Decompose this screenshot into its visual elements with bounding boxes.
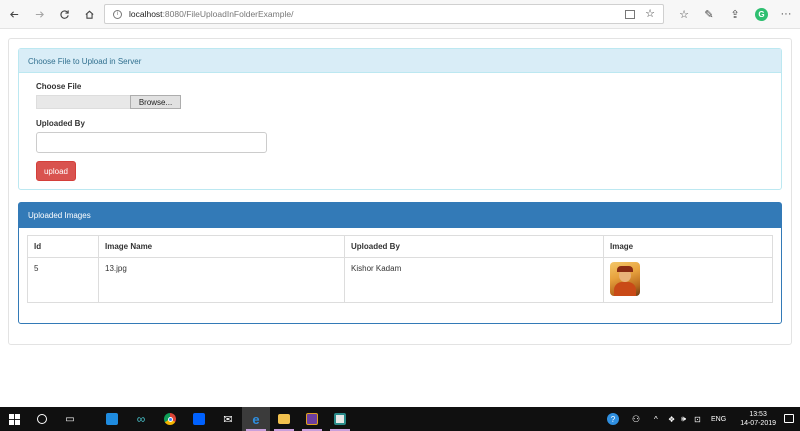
thumbnail-figure-body	[614, 282, 636, 296]
dropbox-icon[interactable]	[185, 407, 213, 431]
show-hidden-icons-icon[interactable]: ^	[654, 407, 658, 431]
table-header-row: Id Image Name Uploaded By Image	[27, 235, 773, 258]
column-header-image: Image	[603, 235, 773, 258]
info-icon[interactable]: i	[113, 9, 122, 19]
table-row: 5 13.jpg Kishor Kadam	[27, 257, 773, 303]
infinity-app-icon[interactable]: ∞	[127, 407, 155, 431]
windows-taskbar: ▭ ∞ ✉ e ? ⚇ ^ ❖ 🕪 ⊡ ENG 13:53 14-07-2019	[0, 407, 800, 431]
cortana-search-icon[interactable]	[28, 407, 56, 431]
emblem-tile	[306, 413, 318, 425]
forward-icon[interactable]	[31, 6, 47, 22]
people-icon[interactable]: ⚇	[632, 407, 640, 431]
cell-image-name: 13.jpg	[98, 257, 345, 303]
url-path: :8080/FileUploadInFolderExample/	[162, 9, 294, 19]
cortana-circle	[37, 414, 47, 424]
volume-icon[interactable]: 🕪	[681, 407, 686, 431]
address-bar[interactable]: i localhost:8080/FileUploadInFolderExamp…	[104, 4, 664, 24]
file-explorer-folder	[278, 414, 290, 424]
dropbox-tile	[193, 413, 205, 425]
browse-button[interactable]: Browse...	[130, 95, 181, 109]
more-menu-icon[interactable]: ···	[778, 6, 794, 22]
mail-icon[interactable]: ✉	[214, 407, 242, 431]
uploaded-images-table: Id Image Name Uploaded By Image 5 13.jpg…	[27, 235, 773, 303]
window-tile	[334, 413, 346, 425]
chrome-logo	[164, 413, 176, 425]
upload-button[interactable]: upload	[36, 161, 76, 181]
back-icon[interactable]	[6, 6, 22, 22]
dropbox-tray-icon[interactable]: ❖	[668, 407, 675, 431]
cell-id: 5	[27, 257, 99, 303]
choose-file-label: Choose File	[36, 82, 82, 91]
home-icon[interactable]	[81, 6, 97, 22]
column-header-id: Id	[27, 235, 99, 258]
browser-toolbar: i localhost:8080/FileUploadInFolderExamp…	[0, 0, 800, 29]
clock-date: 14-07-2019	[740, 420, 776, 427]
network-icon[interactable]: ⊡	[694, 407, 701, 431]
favorite-star-icon[interactable]: ☆	[645, 7, 655, 20]
chrome-icon[interactable]	[156, 407, 184, 431]
column-header-image-name: Image Name	[98, 235, 345, 258]
action-center-icon[interactable]	[784, 414, 794, 423]
system-clock[interactable]: 13:53 14-07-2019	[740, 410, 776, 428]
windows-start-icon[interactable]	[0, 407, 28, 431]
reading-view-icon[interactable]	[625, 10, 635, 19]
help-badge: ?	[607, 413, 619, 425]
task-view-icon[interactable]: ▭	[56, 407, 84, 431]
store-icon[interactable]	[98, 407, 126, 431]
share-icon[interactable]: ⇪	[727, 6, 743, 22]
edge-icon[interactable]: e	[242, 407, 270, 431]
app-icon-window[interactable]	[326, 407, 354, 431]
app-icon-emblem[interactable]	[298, 407, 326, 431]
uploaded-by-label: Uploaded By	[36, 119, 85, 128]
chrome-logo-center	[167, 416, 173, 422]
uploaded-by-input[interactable]	[36, 132, 267, 153]
refresh-icon[interactable]	[56, 6, 72, 22]
clock-time: 13:53	[749, 411, 767, 418]
pen-icon[interactable]: ✎	[701, 6, 717, 22]
language-indicator[interactable]: ENG	[711, 407, 726, 431]
url-text: localhost:8080/FileUploadInFolderExample…	[129, 9, 293, 19]
cell-image	[603, 257, 773, 303]
thumbnail-figure-turban	[617, 266, 633, 272]
file-explorer-icon[interactable]	[270, 407, 298, 431]
store-tile	[106, 413, 118, 425]
uploaded-images-heading: Uploaded Images	[19, 203, 781, 228]
upload-panel: Choose File to Upload in Server	[18, 48, 782, 190]
upload-panel-heading: Choose File to Upload in Server	[19, 49, 781, 73]
favorites-hub-icon[interactable]: ☆	[676, 6, 692, 22]
help-icon[interactable]: ?	[607, 407, 619, 431]
uploaded-image-thumbnail	[610, 262, 640, 296]
column-header-uploaded-by: Uploaded By	[344, 235, 604, 258]
url-host: localhost	[129, 9, 163, 19]
grammarly-extension-icon[interactable]: G	[755, 8, 768, 21]
file-input[interactable]: Browse...	[36, 95, 181, 109]
file-name-box[interactable]	[36, 95, 130, 109]
cell-uploaded-by: Kishor Kadam	[344, 257, 604, 303]
